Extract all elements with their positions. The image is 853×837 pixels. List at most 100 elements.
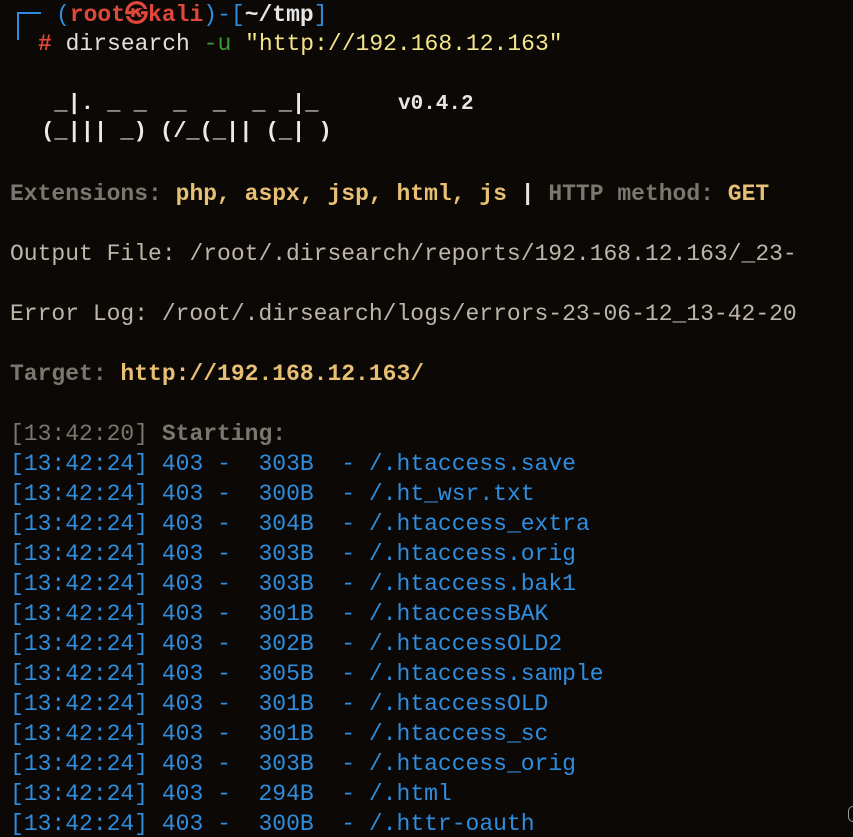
info-separator: | — [506, 181, 549, 207]
result-status: 403 — [161, 631, 204, 657]
result-time: [13:42:24] — [10, 451, 149, 477]
result-path: /.htaccess.bak1 — [368, 571, 576, 597]
command-flag: -u — [203, 31, 232, 57]
result-time: [13:42:24] — [10, 751, 149, 777]
result-status: 403 — [161, 781, 204, 807]
result-row: [13:42:24] 403 - 302B - /.htaccessOLD2 — [10, 631, 563, 657]
result-path: /.htaccess_sc — [368, 721, 549, 747]
result-size: 294B — [258, 781, 314, 807]
terminal-window[interactable]: (root㉿kali)-[~/tmp] # dirsearch -u "http… — [0, 0, 853, 837]
result-path: /.htaccessBAK — [368, 601, 549, 627]
prompt-header: (root㉿kali)-[~/tmp] — [56, 0, 328, 30]
result-time: [13:42:24] — [10, 691, 149, 717]
result-path: /.ht_wsr.txt — [368, 481, 535, 507]
command-name: dirsearch — [65, 31, 190, 57]
result-status: 403 — [161, 451, 204, 477]
result-size: 300B — [258, 481, 314, 507]
output-file-label: Output File: — [10, 241, 190, 267]
result-time: [13:42:24] — [10, 481, 149, 507]
output-file-path: /root/.dirsearch/reports/192.168.12.163/… — [189, 241, 797, 267]
result-row: [13:42:24] 403 - 305B - /.htaccess.sampl… — [10, 661, 604, 687]
prompt-host: kali — [148, 2, 204, 28]
result-status: 403 — [161, 571, 204, 597]
result-size: 303B — [258, 751, 314, 777]
result-size: 300B — [258, 811, 314, 837]
result-row: [13:42:24] 403 - 304B - /.htaccess_extra — [10, 511, 590, 537]
result-size: 305B — [258, 661, 314, 687]
result-row: [13:42:24] 403 - 301B - /.htaccessOLD — [10, 691, 549, 717]
result-path: /.httr-oauth — [368, 811, 535, 837]
command-arg: "http://192.168.12.163" — [245, 31, 563, 57]
result-status: 403 — [161, 481, 204, 507]
method-value: GET — [727, 181, 770, 207]
extensions-label: Extensions: — [10, 181, 176, 207]
result-status: 403 — [161, 661, 204, 687]
prompt-hash: # — [38, 31, 52, 57]
prompt-dash: - — [217, 2, 231, 28]
result-time: [13:42:24] — [10, 811, 149, 837]
scroll-edge-marker — [848, 806, 853, 822]
result-time: [13:42:24] — [10, 661, 149, 687]
skull-icon: ㉿ — [125, 2, 149, 28]
result-time: [13:42:24] — [10, 781, 149, 807]
prompt-open-paren: ( — [56, 2, 70, 28]
result-row: [13:42:24] 403 - 303B - /.htaccess.orig — [10, 541, 576, 567]
result-row: [13:42:24] 403 - 301B - /.htaccessBAK — [10, 601, 549, 627]
result-size: 303B — [258, 571, 314, 597]
command-line[interactable]: # dirsearch -u "http://192.168.12.163" — [38, 29, 563, 59]
prompt-close-paren: ) — [203, 2, 218, 28]
result-time: [13:42:24] — [10, 601, 149, 627]
result-path: /.htaccess.save — [368, 451, 576, 477]
result-status: 403 — [161, 691, 204, 717]
banner-line-1: _|. _ _ _ _ _ _|_ — [28, 91, 319, 116]
method-label: HTTP method: — [548, 181, 728, 207]
result-row: [13:42:24] 403 - 303B - /.htaccess_orig — [10, 751, 576, 777]
result-path: /.html — [368, 781, 452, 807]
result-status: 403 — [161, 751, 204, 777]
result-path: /.htaccessOLD — [368, 691, 549, 717]
error-log-label: Error Log: — [10, 301, 162, 327]
result-time: [13:42:24] — [10, 631, 149, 657]
result-size: 304B — [258, 511, 314, 537]
result-row: [13:42:24] 403 - 294B - /.html — [10, 781, 452, 807]
result-status: 403 — [161, 601, 204, 627]
result-row: [13:42:24] 403 - 300B - /.httr-oauth — [10, 811, 535, 837]
result-size: 303B — [258, 451, 314, 477]
result-path: /.htaccess.orig — [368, 541, 576, 567]
result-size: 301B — [258, 691, 314, 717]
target-label: Target: — [10, 361, 121, 387]
prompt-cwd-close: ] — [313, 2, 328, 28]
result-path: /.htaccess_orig — [368, 751, 576, 777]
target-url: http://192.168.12.163/ — [120, 361, 425, 387]
error-log-line: Error Log: /root/.dirsearch/logs/errors-… — [10, 299, 797, 329]
result-time: [13:42:24] — [10, 511, 149, 537]
dirsearch-banner: _|. _ _ _ _ _ _|_ (_||| _) (/_(_|| (_| ) — [28, 90, 332, 146]
result-status: 403 — [161, 721, 204, 747]
extensions-line: Extensions: php, aspx, jsp, html, js | H… — [10, 179, 769, 209]
result-size: 301B — [258, 721, 314, 747]
banner-line-2: (_||| _) (/_(_|| (_| ) — [28, 119, 332, 144]
result-time: [13:42:24] — [10, 721, 149, 747]
starting-line: [13:42:20] Starting: — [10, 419, 286, 449]
version-label: v0.4.2 — [398, 93, 474, 116]
result-path: /.htaccess_extra — [368, 511, 590, 537]
result-row: [13:42:24] 403 - 303B - /.htaccess.bak1 — [10, 571, 576, 597]
output-file-line: Output File: /root/.dirsearch/reports/19… — [10, 239, 797, 269]
extensions-value: php, aspx, jsp, html, js — [175, 181, 507, 207]
prompt-user: root — [69, 2, 126, 28]
result-time: [13:42:24] — [10, 571, 149, 597]
start-time: [13:42:20] — [10, 421, 149, 447]
result-status: 403 — [161, 811, 204, 837]
result-time: [13:42:24] — [10, 541, 149, 567]
prompt-cwd: ~/tmp — [244, 2, 314, 28]
result-status: 403 — [161, 541, 204, 567]
result-row: [13:42:24] 403 - 303B - /.htaccess.save — [10, 451, 576, 477]
result-size: 303B — [258, 541, 314, 567]
result-row: [13:42:24] 403 - 301B - /.htaccess_sc — [10, 721, 549, 747]
result-size: 301B — [258, 601, 314, 627]
result-status: 403 — [161, 511, 204, 537]
start-text: Starting: — [161, 421, 287, 447]
result-path: /.htaccessOLD2 — [368, 631, 563, 657]
error-log-path: /root/.dirsearch/logs/errors-23-06-12_13… — [161, 301, 797, 327]
prompt-cwd-open: [ — [230, 2, 245, 28]
